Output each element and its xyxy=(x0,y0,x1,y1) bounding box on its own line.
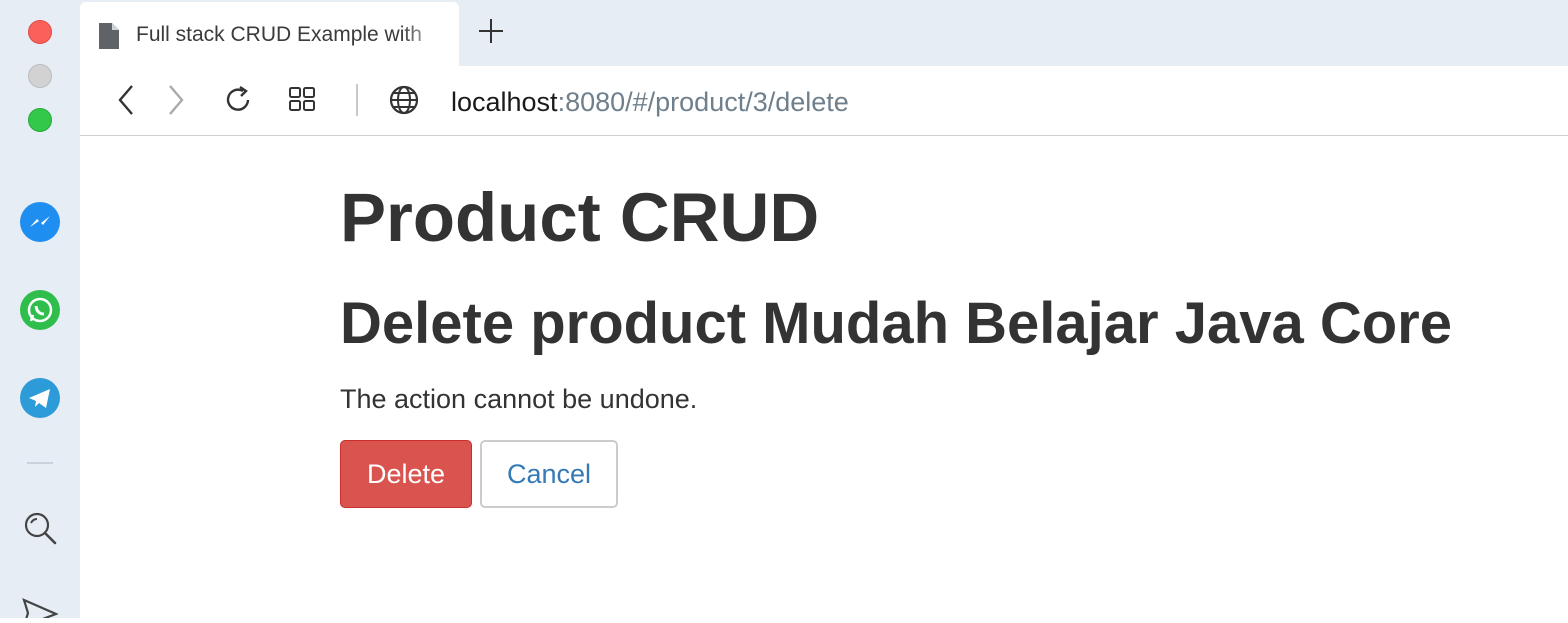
tab-bar: Full stack CRUD Example with xyxy=(80,0,1568,66)
window-maximize-button[interactable] xyxy=(28,108,52,132)
messenger-icon[interactable] xyxy=(20,202,60,242)
delete-heading: Delete product Mudah Belajar Java Core xyxy=(340,291,1452,356)
address-bar[interactable]: localhost:8080/#/product/3/delete xyxy=(451,86,849,118)
forward-icon[interactable] xyxy=(166,84,186,121)
warning-message: The action cannot be undone. xyxy=(340,384,698,414)
page-title: Product CRUD xyxy=(340,179,820,256)
whatsapp-icon[interactable] xyxy=(20,290,60,330)
telegram-icon[interactable] xyxy=(20,378,60,418)
tab-active[interactable]: Full stack CRUD Example with xyxy=(80,2,459,66)
url-host: localhost xyxy=(451,87,558,117)
reload-icon[interactable] xyxy=(224,84,252,119)
cancel-button[interactable]: Cancel xyxy=(480,440,618,508)
new-tab-icon[interactable] xyxy=(478,18,504,49)
back-icon[interactable] xyxy=(116,84,136,121)
tab-overview-icon[interactable] xyxy=(288,84,318,119)
tab-title: Full stack CRUD Example with xyxy=(136,23,422,46)
browser-toolbar: localhost:8080/#/product/3/delete xyxy=(80,66,1568,136)
delete-button[interactable]: Delete xyxy=(340,440,472,508)
window-minimize-button[interactable] xyxy=(28,64,52,88)
browser-sidebar xyxy=(0,0,80,623)
search-icon[interactable] xyxy=(22,510,58,551)
globe-icon[interactable] xyxy=(388,84,420,121)
sidebar-divider xyxy=(27,462,53,464)
toolbar-separator xyxy=(356,84,358,116)
send-icon[interactable] xyxy=(22,596,59,623)
document-icon xyxy=(97,22,121,55)
window-close-button[interactable] xyxy=(28,20,52,44)
url-path: :8080/#/product/3/delete xyxy=(557,87,849,117)
